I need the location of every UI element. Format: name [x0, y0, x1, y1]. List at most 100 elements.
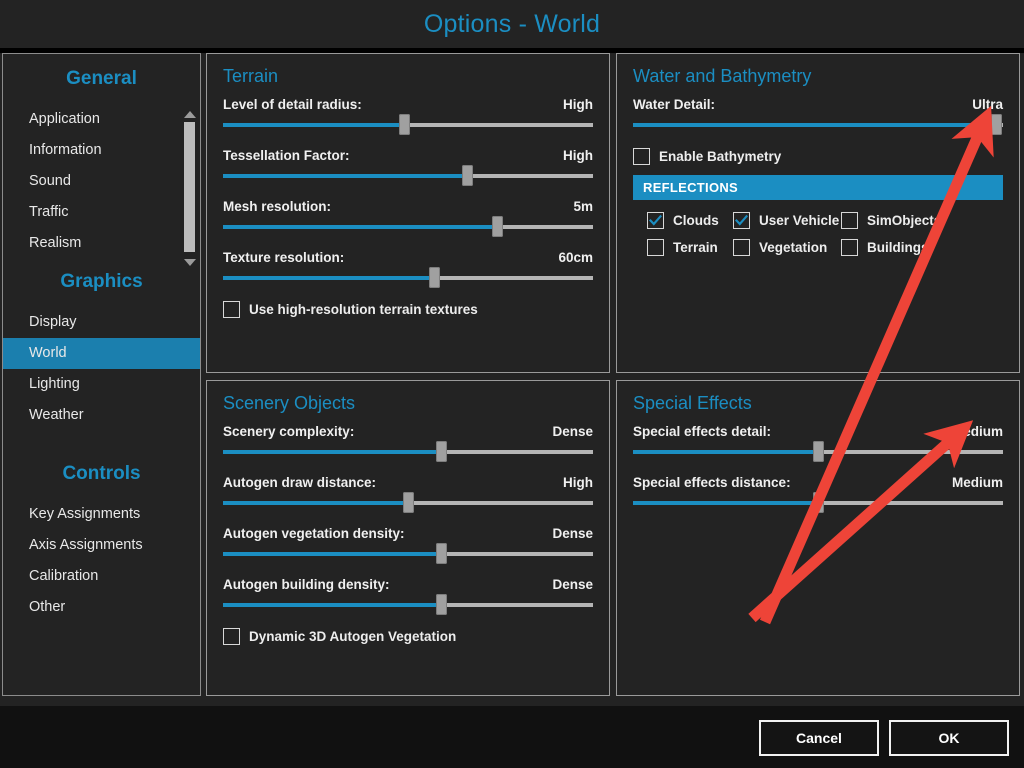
- page-title: Options - World: [423, 9, 601, 38]
- scroll-up-arrow-icon[interactable]: [183, 109, 196, 119]
- panel-special-effects: Special Effects Special effects detail: …: [616, 380, 1020, 696]
- slider-autogen-vegetation-density[interactable]: [223, 543, 593, 564]
- slider-fill: [223, 450, 442, 454]
- slider-row-special-effects-detail: Special effects detail: Medium: [633, 424, 1003, 462]
- checkbox-vegetation[interactable]: [733, 239, 750, 256]
- slider-row-autogen-vegetation-density: Autogen vegetation density: Dense: [223, 526, 593, 564]
- scrollbar-thumb[interactable]: [184, 122, 195, 252]
- checkbox-simobjects[interactable]: [841, 212, 858, 229]
- sidebar-group-title-graphics: Graphics: [60, 271, 143, 292]
- panel-title-terrain: Terrain: [223, 66, 279, 86]
- slider-handle[interactable]: [813, 492, 824, 513]
- checkbox-dynamic-3d-autogen-vegetation[interactable]: [223, 628, 240, 645]
- checkbox-buildings[interactable]: [841, 239, 858, 256]
- sidebar-group-title-general: General: [66, 68, 137, 89]
- sidebar-item-weather[interactable]: Weather: [3, 400, 200, 431]
- slider-scenery-complexity[interactable]: [223, 441, 593, 462]
- slider-label: Mesh resolution:: [223, 199, 332, 214]
- sidebar-item-world[interactable]: World: [3, 338, 200, 369]
- checkbox-row-simobjects[interactable]: SimObjects: [841, 212, 1003, 229]
- sidebar-item-realism[interactable]: Realism: [3, 228, 200, 259]
- slider-handle[interactable]: [491, 216, 503, 237]
- sidebar-item-calibration[interactable]: Calibration: [3, 561, 200, 592]
- slider-handle[interactable]: [428, 267, 440, 288]
- slider-label: Texture resolution:: [223, 250, 345, 265]
- sidebar-item-traffic[interactable]: Traffic: [3, 197, 200, 228]
- checkbox-row-dynamic-3d-autogen-vegetation[interactable]: Dynamic 3D Autogen Vegetation: [223, 628, 593, 645]
- slider-value: High: [563, 475, 593, 490]
- sidebar-item-information[interactable]: Information: [3, 135, 200, 166]
- slider-handle[interactable]: [403, 492, 414, 513]
- checkbox-label: Clouds: [673, 213, 719, 228]
- slider-handle[interactable]: [436, 441, 448, 462]
- panel-water-and-bathymetry: Water and Bathymetry Water Detail: Ultra…: [616, 53, 1020, 373]
- checkbox-user-vehicle[interactable]: [733, 212, 750, 229]
- checkbox-label: SimObjects: [867, 213, 942, 228]
- slider-value: 60cm: [558, 250, 593, 265]
- sidebar-scrollbar[interactable]: [183, 109, 196, 267]
- ok-button[interactable]: OK: [889, 720, 1009, 756]
- checkbox-row-high-res-terrain-textures[interactable]: Use high-resolution terrain textures: [223, 301, 593, 318]
- slider-handle[interactable]: [813, 441, 824, 462]
- scroll-down-arrow-icon[interactable]: [183, 257, 196, 267]
- panel-terrain: Terrain Level of detail radius: High Tes…: [206, 53, 610, 373]
- sidebar-item-key-assignments[interactable]: Key Assignments: [3, 499, 200, 530]
- reflections-header: REFLECTIONS: [633, 175, 1003, 200]
- slider-handle[interactable]: [399, 114, 411, 135]
- slider-fill: [223, 603, 442, 607]
- checkbox-label: Dynamic 3D Autogen Vegetation: [249, 629, 457, 644]
- slider-label: Special effects detail:: [633, 424, 772, 439]
- slider-handle[interactable]: [436, 543, 448, 564]
- sidebar-item-sound[interactable]: Sound: [3, 166, 200, 197]
- slider-value: 5m: [573, 199, 593, 214]
- checkbox-row-vegetation[interactable]: Vegetation: [733, 239, 841, 256]
- sidebar-item-application[interactable]: Application: [3, 104, 200, 135]
- slider-handle[interactable]: [990, 114, 1002, 135]
- checkbox-row-terrain[interactable]: Terrain: [647, 239, 733, 256]
- checkbox-row-clouds[interactable]: Clouds: [647, 212, 733, 229]
- sidebar-item-display[interactable]: Display: [3, 307, 200, 338]
- checkbox-enable-bathymetry[interactable]: [633, 148, 650, 165]
- slider-special-effects-detail[interactable]: [633, 441, 1003, 462]
- slider-row-special-effects-distance: Special effects distance: Medium: [633, 475, 1003, 513]
- slider-row-autogen-draw-distance: Autogen draw distance: High: [223, 475, 593, 513]
- slider-value: Dense: [552, 577, 593, 592]
- sidebar-item-axis-assignments[interactable]: Axis Assignments: [3, 530, 200, 561]
- slider-fill: [223, 501, 408, 505]
- slider-label: Special effects distance:: [633, 475, 791, 490]
- slider-tessellation-factor[interactable]: [223, 165, 593, 186]
- slider-row-level-of-detail-radius: Level of detail radius: High: [223, 97, 593, 135]
- cancel-button[interactable]: Cancel: [759, 720, 879, 756]
- slider-texture-resolution[interactable]: [223, 267, 593, 288]
- slider-water-detail[interactable]: [633, 114, 1003, 135]
- slider-special-effects-distance[interactable]: [633, 492, 1003, 513]
- slider-fill: [223, 174, 468, 178]
- checkbox-row-buildings[interactable]: Buildings: [841, 239, 1003, 256]
- panel-title-water: Water and Bathymetry: [633, 66, 812, 86]
- slider-label: Autogen draw distance:: [223, 475, 377, 490]
- slider-level-of-detail-radius[interactable]: [223, 114, 593, 135]
- sidebar: General Application Information Sound Tr…: [2, 53, 201, 696]
- checkbox-row-enable-bathymetry[interactable]: Enable Bathymetry: [633, 148, 1003, 165]
- checkbox-row-user-vehicle[interactable]: User Vehicle: [733, 212, 841, 229]
- slider-handle[interactable]: [436, 594, 448, 615]
- slider-value: Medium: [951, 475, 1003, 490]
- slider-fill: [223, 552, 442, 556]
- slider-label: Tessellation Factor:: [223, 148, 350, 163]
- slider-fill: [633, 123, 996, 127]
- slider-label: Scenery complexity:: [223, 424, 355, 439]
- slider-autogen-draw-distance[interactable]: [223, 492, 593, 513]
- sidebar-item-lighting[interactable]: Lighting: [3, 369, 200, 400]
- checkbox-label: Enable Bathymetry: [659, 149, 782, 164]
- checkbox-high-res-terrain-textures[interactable]: [223, 301, 240, 318]
- slider-row-autogen-building-density: Autogen building density: Dense: [223, 577, 593, 615]
- sidebar-item-other[interactable]: Other: [3, 592, 200, 623]
- slider-value: Ultra: [972, 97, 1003, 112]
- checkbox-clouds[interactable]: [647, 212, 664, 229]
- slider-handle[interactable]: [462, 165, 474, 186]
- checkbox-terrain[interactable]: [647, 239, 664, 256]
- slider-autogen-building-density[interactable]: [223, 594, 593, 615]
- slider-label: Water Detail:: [633, 97, 716, 112]
- checkbox-label: Use high-resolution terrain textures: [249, 302, 478, 317]
- slider-mesh-resolution[interactable]: [223, 216, 593, 237]
